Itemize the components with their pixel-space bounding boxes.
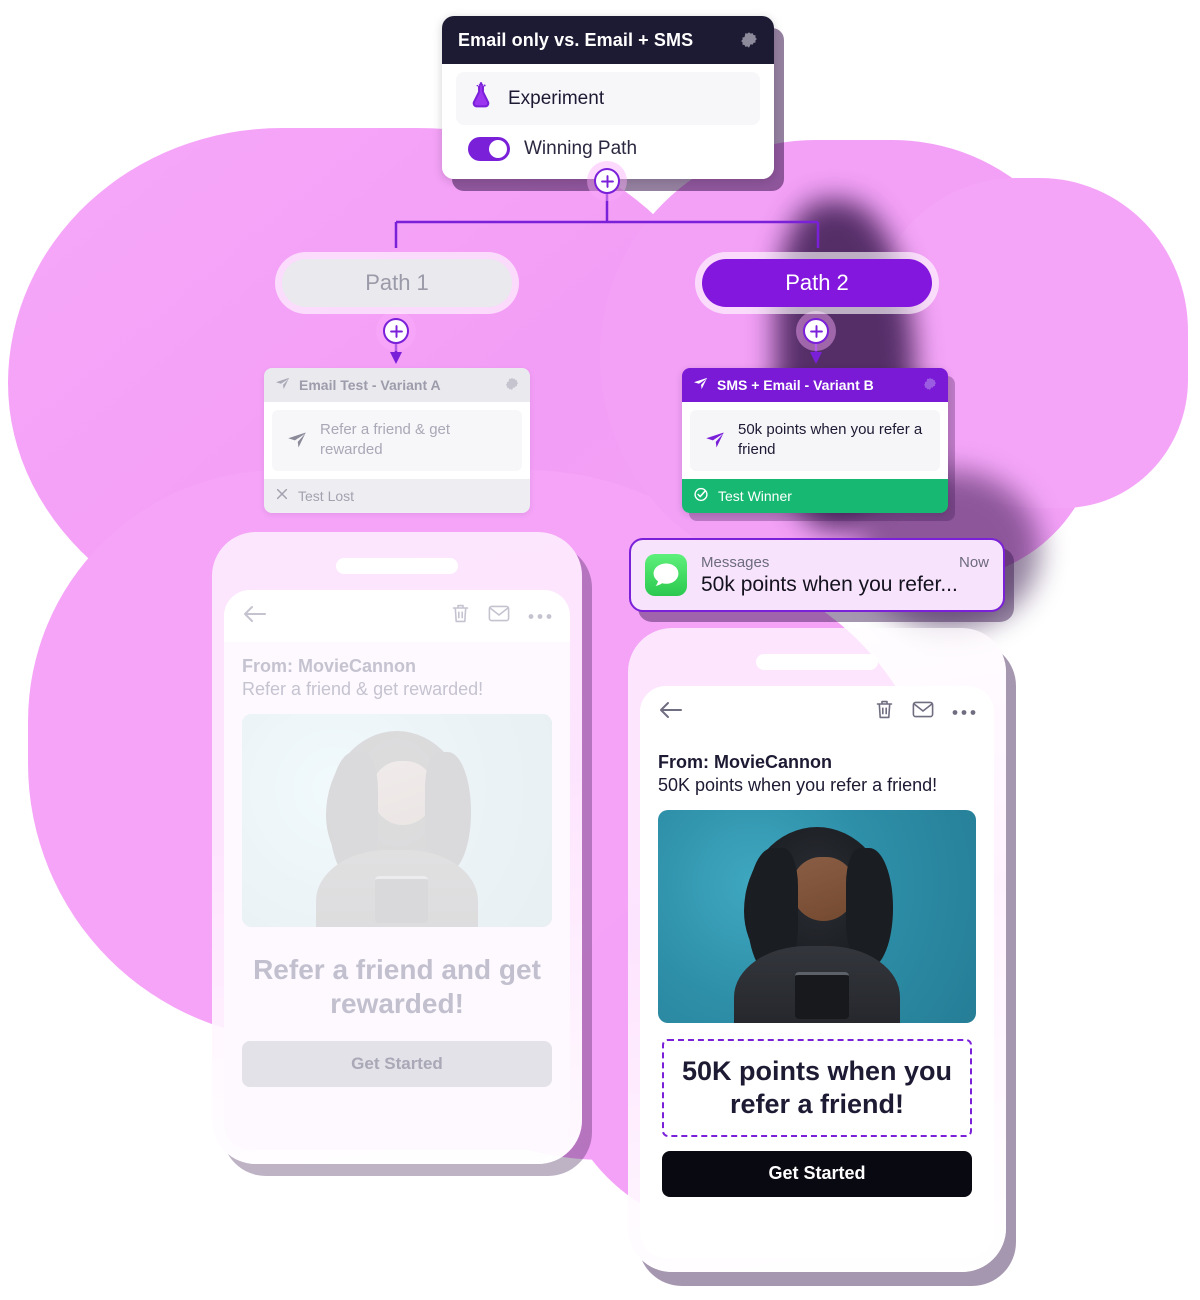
send-icon	[282, 425, 312, 455]
flask-icon	[468, 82, 494, 115]
phone-speaker-notch	[756, 654, 878, 670]
add-step-button-path1[interactable]	[383, 318, 409, 344]
back-arrow-icon[interactable]	[658, 700, 684, 725]
sms-notification-banner[interactable]: Messages Now 50k points when you refer..…	[629, 538, 1005, 612]
back-arrow-icon[interactable]	[242, 604, 268, 629]
variant-b-status: Test Winner	[718, 487, 792, 504]
experiment-card: Email only vs. Email + SMS Experiment Wi…	[442, 16, 774, 179]
variant-a-body: Refer a friend & get rewarded	[264, 402, 530, 479]
envelope-icon[interactable]	[488, 604, 510, 628]
variant-b-message-text: 50k points when you refer a friend	[738, 421, 923, 459]
add-step-button-path2[interactable]	[803, 318, 829, 344]
promo-box-right: 50K points when you refer a friend!	[662, 1039, 972, 1137]
messages-icon	[645, 554, 687, 596]
email-from-left: From: MovieCannon	[242, 656, 416, 676]
send-icon	[700, 425, 730, 455]
variant-b-body: 50k points when you refer a friend	[682, 402, 948, 479]
winning-path-toggle[interactable]	[468, 137, 510, 161]
phone-mockup-email-variant-b: From: MovieCannon 50K points when you re…	[628, 628, 1006, 1272]
email-subject-left: Refer a friend & get rewarded!	[242, 679, 484, 699]
page-title: Email only vs. Email + SMS	[458, 29, 694, 50]
experiment-row-label: Experiment	[508, 87, 605, 109]
add-step-button-root[interactable]	[594, 168, 620, 194]
variant-b-header: SMS + Email - Variant B	[682, 368, 948, 402]
check-circle-icon	[693, 486, 709, 505]
send-icon	[275, 376, 290, 394]
mail-toolbar-right	[640, 686, 994, 738]
variant-a-title: Email Test - Variant A	[299, 377, 441, 393]
variant-a-message-text: Refer a friend & get rewarded	[320, 421, 451, 459]
ellipsis-icon[interactable]	[952, 703, 976, 721]
close-x-icon	[275, 487, 289, 504]
path-button-1-label: Path 1	[282, 259, 512, 307]
variant-a-status: Test Lost	[298, 487, 355, 504]
send-icon	[693, 376, 708, 394]
phone-mockup-email-variant-a: From: MovieCannon Refer a friend & get r…	[212, 532, 582, 1164]
get-started-button-left[interactable]: Get Started	[242, 1041, 552, 1088]
email-headline-left: Refer a friend and get rewarded!	[253, 954, 541, 1020]
sms-app-name: Messages	[701, 553, 770, 571]
variant-b-card[interactable]: SMS + Email - Variant B 50k points when …	[682, 368, 948, 513]
path-button-1[interactable]: Path 1	[275, 252, 519, 314]
email-headline-right: 50K points when you refer a friend!	[681, 1056, 953, 1119]
email-hero-image-left	[242, 714, 552, 927]
mail-content-right: From: MovieCannon 50K points when you re…	[640, 738, 994, 1258]
experiment-card-body: Experiment Winning Path	[442, 64, 774, 179]
envelope-icon[interactable]	[912, 700, 934, 724]
ellipsis-icon[interactable]	[528, 607, 552, 625]
gear-icon[interactable]	[923, 377, 937, 394]
trash-icon[interactable]	[875, 699, 894, 725]
mail-toolbar-left	[224, 590, 570, 642]
get-started-button-right[interactable]: Get Started	[662, 1150, 972, 1197]
variant-b-footer: Test Winner	[682, 478, 948, 513]
trash-icon[interactable]	[451, 603, 470, 629]
phone-screen-right: From: MovieCannon 50K points when you re…	[640, 686, 994, 1258]
sms-timestamp: Now	[958, 553, 989, 571]
canvas: Email only vs. Email + SMS Experiment Wi…	[0, 0, 1200, 1300]
variant-b-message[interactable]: 50k points when you refer a friend	[690, 410, 940, 471]
variant-a-message[interactable]: Refer a friend & get rewarded	[272, 410, 522, 471]
experiment-card-header: Email only vs. Email + SMS	[442, 16, 774, 64]
variant-b-title: SMS + Email - Variant B	[717, 377, 874, 393]
mail-content-left: From: MovieCannon Refer a friend & get r…	[224, 642, 570, 1150]
email-from-right: From: MovieCannon	[658, 752, 832, 772]
email-subject-right: 50K points when you refer a friend!	[658, 775, 938, 795]
phone-screen-left: From: MovieCannon Refer a friend & get r…	[224, 590, 570, 1150]
experiment-row[interactable]: Experiment	[456, 72, 760, 125]
sms-body-text: 50k points when you refer...	[701, 572, 958, 596]
path-button-2-label: Path 2	[702, 259, 932, 307]
email-hero-image-right	[658, 810, 976, 1023]
winning-path-label: Winning Path	[524, 138, 638, 159]
variant-a-footer: Test Lost	[264, 478, 530, 513]
winning-path-row[interactable]: Winning Path	[456, 129, 760, 165]
path-button-2[interactable]: Path 2	[695, 252, 939, 314]
gear-icon[interactable]	[505, 377, 519, 394]
variant-a-header: Email Test - Variant A	[264, 368, 530, 402]
phone-speaker-notch	[336, 558, 458, 574]
gear-icon[interactable]	[740, 31, 758, 49]
variant-a-card[interactable]: Email Test - Variant A Refer a friend & …	[264, 368, 530, 513]
